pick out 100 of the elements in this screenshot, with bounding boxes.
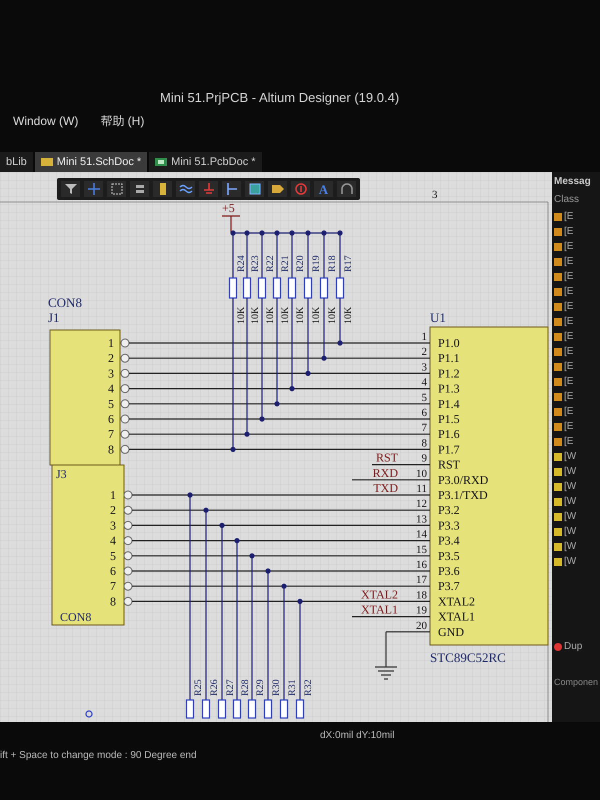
message-class[interactable]: [E <box>564 256 574 266</box>
pin-name: P1.6 <box>438 427 460 442</box>
designator-label: R24 <box>236 255 247 272</box>
value-label: 10K <box>343 306 354 324</box>
junction-dot <box>321 356 327 361</box>
pin-number: 1 <box>422 331 427 343</box>
resistor-body <box>320 277 328 299</box>
message-class[interactable]: [W <box>564 556 576 566</box>
message-class[interactable]: [E <box>564 242 574 252</box>
pin-name: P3.0/RXD <box>438 472 488 487</box>
bus-button[interactable] <box>176 181 195 197</box>
pin-name: P1.5 <box>438 412 460 426</box>
designator-label: R26 <box>209 679 220 696</box>
no-erc-button[interactable] <box>291 181 310 197</box>
harness-button[interactable] <box>268 181 287 197</box>
pin-number: 1 <box>110 488 116 502</box>
component-button[interactable] <box>153 181 172 197</box>
message-class[interactable]: [W <box>564 512 576 522</box>
designator-label: U1 <box>430 310 446 325</box>
pin-end-circle <box>124 506 132 515</box>
designator-label: R31 <box>287 679 298 696</box>
message-class[interactable]: [E <box>564 436 574 446</box>
port-button[interactable] <box>222 181 241 197</box>
menu-item[interactable]: 帮助 (H) <box>100 112 144 130</box>
junction-dot <box>249 553 255 558</box>
funnel-icon <box>64 182 78 196</box>
pin-end-circle <box>124 520 132 530</box>
resistor-body <box>218 699 226 719</box>
junction-dot <box>337 340 343 346</box>
pin-name: P3.3 <box>438 518 460 532</box>
document-tab[interactable]: bLib <box>0 152 33 172</box>
pin-number: 3 <box>422 361 427 374</box>
message-class[interactable]: [E <box>564 346 574 356</box>
message-class[interactable]: [W <box>564 496 576 506</box>
message-class[interactable]: [E <box>564 316 574 326</box>
arc-button[interactable] <box>337 181 356 197</box>
resistor-body <box>248 699 256 719</box>
pin-number: 6 <box>108 412 114 426</box>
message-class[interactable]: [E <box>564 302 574 312</box>
align-button[interactable] <box>130 181 149 197</box>
designator-label: R18 <box>327 255 338 272</box>
pin-end-circle <box>120 354 130 363</box>
crosshair-button[interactable] <box>84 181 103 197</box>
pin-end-circle <box>120 430 130 439</box>
select-area-button[interactable] <box>107 181 126 197</box>
resistor-body <box>336 277 344 299</box>
junction-dot <box>265 568 271 574</box>
message-class[interactable]: [W <box>564 466 576 476</box>
document-tab[interactable]: Mini 51.PcbDoc * <box>149 152 262 172</box>
resistor-body <box>296 699 304 719</box>
designator-label: R27 <box>225 679 236 696</box>
pin-number: 15 <box>416 544 427 556</box>
sheet-symbol-button[interactable] <box>245 181 264 197</box>
message-class[interactable]: [E <box>564 272 574 282</box>
pin-end-circle <box>124 551 132 560</box>
message-class[interactable]: [E <box>564 212 574 222</box>
message-class[interactable]: [W <box>564 542 576 552</box>
message-class[interactable]: [E <box>564 422 574 432</box>
wave-lines-icon <box>178 182 192 196</box>
resistor-body <box>272 277 282 299</box>
designator-label: R17 <box>343 255 354 272</box>
pin-name: P1.1 <box>438 351 460 366</box>
junction-dot <box>289 230 295 236</box>
value-label: 10K <box>250 306 261 324</box>
message-class[interactable]: [E <box>564 406 574 416</box>
pin-end-circle <box>120 368 130 378</box>
document-tab[interactable]: Mini 51.SchDoc * <box>34 152 148 172</box>
message-class[interactable]: [E <box>564 392 574 402</box>
message-class[interactable]: [E <box>564 376 574 386</box>
resistor-body <box>264 699 272 719</box>
message-class[interactable]: [E <box>564 286 574 296</box>
message-class[interactable]: [E <box>564 332 574 342</box>
designator-label: J3 <box>56 467 67 481</box>
designator-label: R20 <box>295 255 306 272</box>
pin-number: 2 <box>110 503 116 518</box>
tag-icon <box>270 182 284 196</box>
menu-item[interactable]: Window (W) <box>13 112 78 130</box>
junction-dot <box>281 584 287 589</box>
junction-dot <box>234 538 240 544</box>
message-class[interactable]: [E <box>564 226 574 236</box>
message-class[interactable]: [W <box>564 482 576 492</box>
message-class[interactable]: [E <box>564 362 574 372</box>
resistor-body <box>280 699 288 719</box>
pin-number: 2 <box>108 351 114 366</box>
designator-label: J1 <box>48 310 60 325</box>
detail-item[interactable]: Dup <box>564 642 582 652</box>
message-class[interactable]: [W <box>564 526 576 536</box>
resistor-body <box>186 699 194 719</box>
pin-name: P1.4 <box>438 396 460 411</box>
text-button[interactable]: A <box>314 181 333 197</box>
pin-end-circle <box>124 582 132 591</box>
junction-dot <box>187 492 193 498</box>
resistor-body <box>232 699 242 719</box>
power-port-button[interactable] <box>199 181 218 197</box>
message-class[interactable]: [W <box>564 452 576 462</box>
pin-name: XTAL1 <box>438 610 476 624</box>
filter-button[interactable] <box>61 181 80 197</box>
pin-number: 7 <box>110 579 116 594</box>
value-label: 10K <box>311 306 322 324</box>
pin-end-circle <box>124 566 132 576</box>
